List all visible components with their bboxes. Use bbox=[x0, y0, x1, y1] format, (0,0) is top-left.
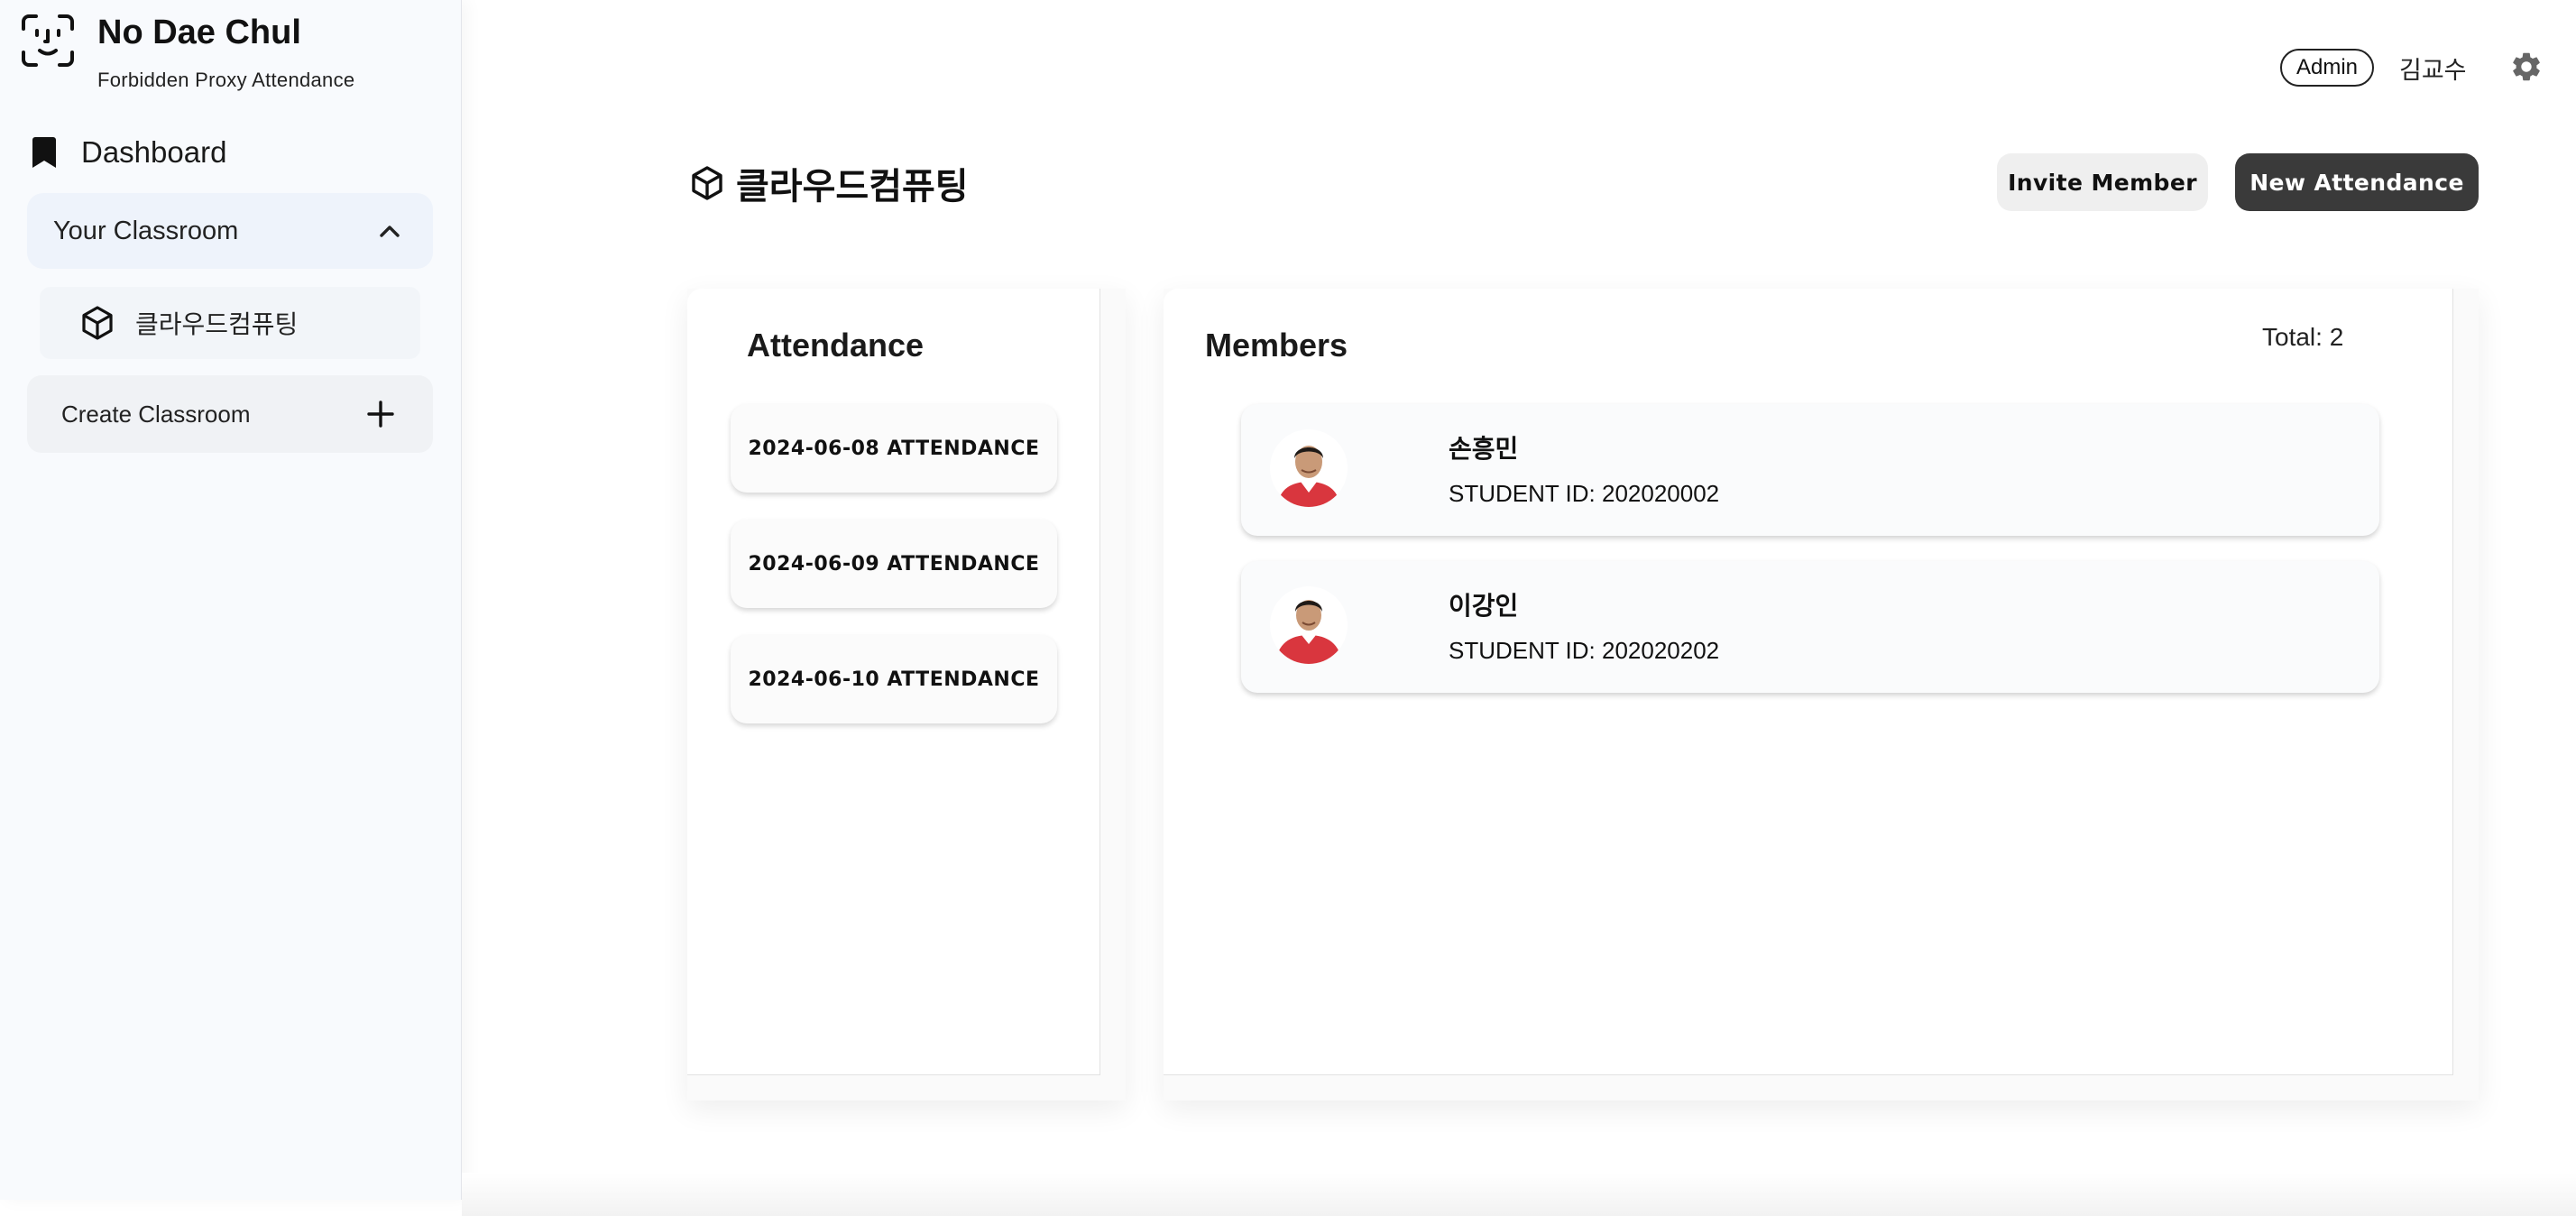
avatar bbox=[1270, 586, 1348, 664]
new-attendance-button[interactable]: New Attendance bbox=[2235, 153, 2479, 211]
attendance-panel: Attendance 2024-06-08 ATTENDANCE 2024-06… bbox=[687, 289, 1126, 1101]
create-classroom-label: Create Classroom bbox=[61, 400, 251, 428]
page-bottom-edge bbox=[462, 1173, 2576, 1216]
bookmark-icon bbox=[32, 137, 56, 168]
members-panel: Members Total: 2 손흥민 STUDENT ID: 2020200… bbox=[1164, 289, 2479, 1101]
member-card[interactable]: 손흥민 STUDENT ID: 202020002 bbox=[1241, 404, 2379, 536]
user-name[interactable]: 김교수 bbox=[2399, 51, 2467, 86]
sidebar-item-label: Dashboard bbox=[81, 135, 227, 169]
create-classroom-button[interactable]: Create Classroom bbox=[27, 375, 433, 453]
plus-icon bbox=[367, 401, 394, 428]
member-card[interactable]: 이강인 STUDENT ID: 202020202 bbox=[1241, 561, 2379, 693]
gear-icon[interactable] bbox=[2509, 50, 2544, 84]
invite-member-button[interactable]: Invite Member bbox=[1997, 153, 2208, 211]
face-id-icon bbox=[22, 14, 74, 67]
sidebar: No Dae Chul Forbidden Proxy Attendance D… bbox=[0, 0, 462, 1200]
member-name: 이강인 bbox=[1449, 592, 1519, 620]
member-student-id: STUDENT ID: 202020202 bbox=[1449, 637, 1720, 664]
attendance-title: Attendance bbox=[747, 327, 925, 364]
avatar bbox=[1270, 429, 1348, 507]
app-title: No Dae Chul bbox=[97, 14, 301, 51]
classroom-label: 클라우드컴퓨팅 bbox=[135, 310, 299, 338]
brand[interactable]: No Dae Chul Forbidden Proxy Attendance bbox=[20, 13, 354, 91]
members-total: Total: 2 bbox=[2262, 323, 2344, 351]
attendance-item[interactable]: 2024-06-09 ATTENDANCE bbox=[731, 520, 1057, 608]
app-subtitle: Forbidden Proxy Attendance bbox=[97, 69, 355, 91]
sidebar-item-dashboard[interactable]: Dashboard bbox=[32, 135, 226, 170]
page-header: 클라우드컴퓨팅 bbox=[689, 157, 969, 209]
attendance-item[interactable]: 2024-06-10 ATTENDANCE bbox=[731, 635, 1057, 723]
role-badge: Admin bbox=[2280, 49, 2374, 87]
cube-icon bbox=[692, 166, 722, 200]
your-classroom-toggle[interactable]: Your Classroom bbox=[27, 193, 433, 269]
page-title: 클라우드컴퓨팅 bbox=[736, 167, 969, 207]
attendance-item[interactable]: 2024-06-08 ATTENDANCE bbox=[731, 404, 1057, 493]
attendance-panel-body: Attendance 2024-06-08 ATTENDANCE 2024-06… bbox=[687, 289, 1100, 1075]
section-label: Your Classroom bbox=[53, 216, 239, 245]
cube-icon bbox=[82, 306, 113, 340]
members-panel-body: Members Total: 2 손흥민 STUDENT ID: 2020200… bbox=[1164, 289, 2453, 1075]
member-name: 손흥민 bbox=[1449, 435, 1519, 463]
member-student-id: STUDENT ID: 202020002 bbox=[1449, 480, 1720, 507]
members-title: Members bbox=[1205, 327, 1348, 364]
chevron-up-icon bbox=[380, 226, 400, 237]
sidebar-item-classroom[interactable]: 클라우드컴퓨팅 bbox=[40, 287, 420, 359]
